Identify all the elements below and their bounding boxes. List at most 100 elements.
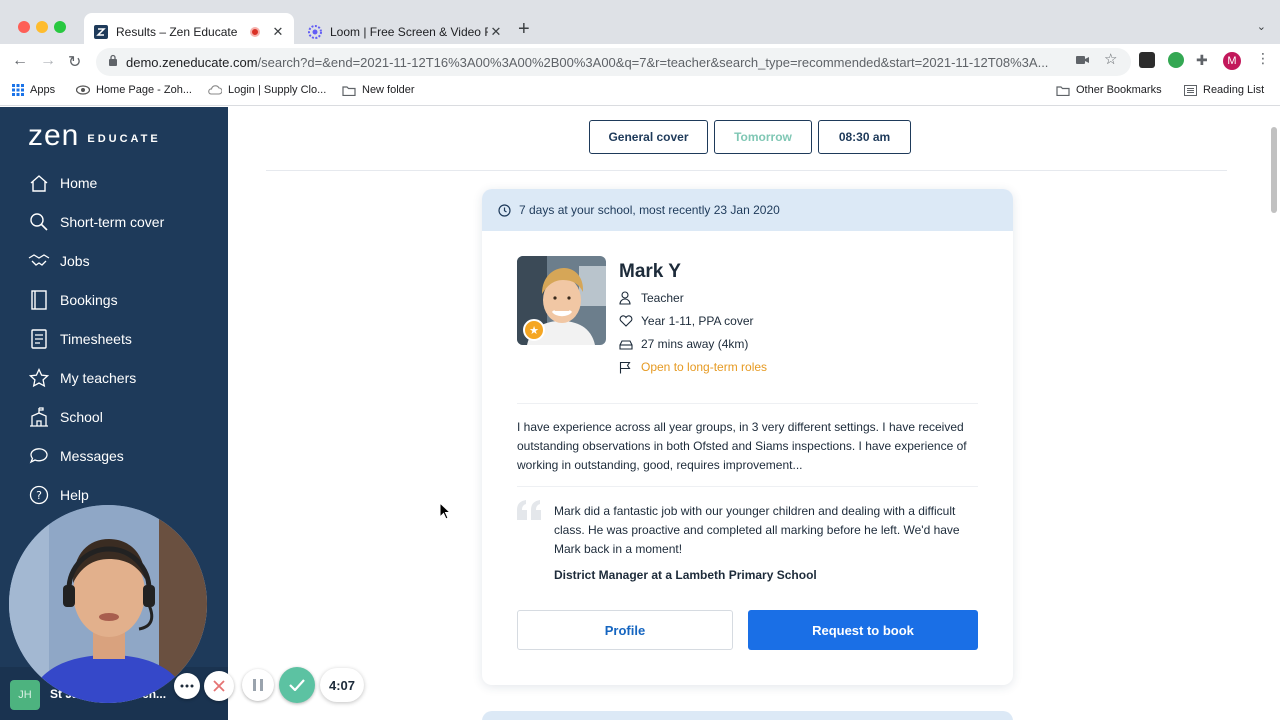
cover-type-filter[interactable]: General cover xyxy=(589,120,708,154)
close-tab-icon[interactable]: ✕ xyxy=(488,24,504,40)
sidebar-item-jobs[interactable]: Jobs xyxy=(28,249,90,273)
bookmarks-bar: Apps Home Page - Zoh... Login | Supply C… xyxy=(0,79,1280,106)
sidebar-item-label: My teachers xyxy=(60,370,137,386)
close-window-button[interactable] xyxy=(18,21,30,33)
person-icon xyxy=(619,291,635,305)
sidebar-item-label: Jobs xyxy=(60,253,90,269)
more-options-icon[interactable] xyxy=(174,673,200,699)
bookmark-supply-cloud[interactable]: Login | Supply Clo... xyxy=(208,84,326,96)
apps-grid-icon xyxy=(12,84,24,96)
tab-search-chevron-icon[interactable]: ⌄ xyxy=(1257,20,1266,33)
sidebar-item-messages[interactable]: Messages xyxy=(28,444,124,468)
card-history-banner: 7 days at your school, most recently 23 … xyxy=(482,189,1013,231)
zen-educate-logo[interactable]: zen EDUCATE xyxy=(28,121,161,151)
quote-icon xyxy=(516,499,542,526)
webcam-bubble[interactable] xyxy=(9,505,207,703)
long-term-text: Open to long-term roles xyxy=(641,360,768,374)
profile-button[interactable]: Profile xyxy=(517,610,733,650)
clock-icon xyxy=(498,203,511,217)
bookmark-label: Login | Supply Clo... xyxy=(228,84,327,96)
sidebar-item-label: Help xyxy=(60,487,89,503)
teacher-years: Year 1-11, PPA cover xyxy=(619,312,754,330)
teacher-name[interactable]: Mark Y xyxy=(619,261,681,283)
help-icon: ? xyxy=(28,485,50,505)
heart-icon xyxy=(619,315,635,327)
history-text: 7 days at your school, most recently 23 … xyxy=(519,203,780,217)
sidebar-item-help[interactable]: ? Help xyxy=(28,483,89,507)
maximize-window-button[interactable] xyxy=(54,21,66,33)
sidebar-item-timesheets[interactable]: Timesheets xyxy=(28,327,132,351)
bookmark-star-icon[interactable]: ☆ xyxy=(1104,50,1117,68)
minimize-window-button[interactable] xyxy=(36,21,48,33)
url-text: demo.zeneducate.com/search?d=&end=2021-1… xyxy=(126,55,1066,70)
close-tab-icon[interactable]: ✕ xyxy=(270,24,286,40)
tab-title: Results – Zen Educate xyxy=(116,24,238,39)
next-teacher-card xyxy=(482,711,1013,720)
timesheet-icon xyxy=(28,329,50,349)
sidebar-item-bookings[interactable]: Bookings xyxy=(28,288,118,312)
teacher-role: Teacher xyxy=(619,289,684,307)
years-text: Year 1-11, PPA cover xyxy=(641,314,754,328)
eye-icon xyxy=(76,85,90,95)
bookmark-label: Apps xyxy=(30,84,56,96)
home-icon xyxy=(28,173,50,193)
role-text: Teacher xyxy=(641,291,684,305)
browser-toolbar: ← → ↻ demo.zeneducate.com/search?d=&end=… xyxy=(0,44,1280,79)
extension-icon[interactable] xyxy=(1139,52,1155,68)
bookmark-label: New folder xyxy=(362,84,415,96)
sidebar-item-label: School xyxy=(60,409,103,425)
address-bar[interactable]: demo.zeneducate.com/search?d=&end=2021-1… xyxy=(96,48,1131,76)
time-filter[interactable]: 08:30 am xyxy=(818,120,911,154)
bookmark-zoho[interactable]: Home Page - Zoh... xyxy=(76,84,192,96)
bookmark-label: Other Bookmarks xyxy=(1076,84,1162,96)
recording-timer: 4:07 xyxy=(320,668,364,702)
cancel-recording-icon[interactable] xyxy=(204,671,234,701)
back-arrow-icon[interactable]: ← xyxy=(12,52,28,70)
forward-arrow-icon[interactable]: → xyxy=(40,52,56,70)
cloud-icon xyxy=(208,85,222,95)
reading-list-icon xyxy=(1184,84,1197,96)
reading-list[interactable]: Reading List xyxy=(1184,84,1264,96)
scrollbar[interactable] xyxy=(1268,107,1280,720)
reload-icon[interactable]: ↻ xyxy=(68,52,81,72)
zen-favicon-icon xyxy=(94,24,108,39)
sidebar-item-home[interactable]: Home xyxy=(28,171,97,195)
handshake-icon xyxy=(28,251,50,271)
sidebar-item-my-teachers[interactable]: My teachers xyxy=(28,366,136,390)
camera-icon[interactable] xyxy=(1076,53,1089,68)
request-to-book-button[interactable]: Request to book xyxy=(748,610,978,650)
puzzle-extensions-icon[interactable]: ✚ xyxy=(1196,52,1212,68)
main-content: General cover Tomorrow 08:30 am 7 days a… xyxy=(228,107,1268,720)
chat-icon xyxy=(28,446,50,466)
car-icon xyxy=(619,339,635,350)
sidebar-item-school[interactable]: School xyxy=(28,405,103,429)
divider xyxy=(266,170,1227,171)
teacher-distance: 27 mins away (4km) xyxy=(619,335,748,353)
day-filter[interactable]: Tomorrow xyxy=(714,120,812,154)
school-icon xyxy=(28,407,50,427)
bookmark-other[interactable]: Other Bookmarks xyxy=(1056,84,1162,96)
sidebar-item-label: Messages xyxy=(60,448,124,464)
teacher-bio: I have experience across all year groups… xyxy=(517,420,967,472)
mouse-cursor-icon xyxy=(439,501,452,525)
folder-icon xyxy=(1056,85,1070,96)
bookmark-apps[interactable]: Apps xyxy=(12,84,55,96)
scrollbar-thumb[interactable] xyxy=(1271,127,1277,213)
school-avatar: JH xyxy=(10,680,40,710)
loom-favicon-icon xyxy=(308,24,322,39)
folder-icon xyxy=(342,85,356,96)
logo-sub: EDUCATE xyxy=(87,133,161,145)
tab-title: Loom | Free Screen & Video Re xyxy=(330,24,488,39)
divider xyxy=(517,403,978,404)
extension-grammarly-icon[interactable] xyxy=(1168,52,1184,68)
new-tab-icon[interactable]: + xyxy=(518,18,530,41)
sidebar-item-short-term-cover[interactable]: Short-term cover xyxy=(28,210,164,234)
url-path: /search?d=&end=2021-11-12T16%3A00%3A00%2… xyxy=(257,54,1049,70)
bookmark-new-folder[interactable]: New folder xyxy=(342,84,415,96)
profile-avatar[interactable]: M xyxy=(1223,52,1241,70)
more-menu-icon[interactable]: ⋮ xyxy=(1256,50,1270,67)
finish-recording-icon[interactable] xyxy=(279,667,315,703)
bookings-icon xyxy=(28,290,50,310)
pause-recording-icon[interactable] xyxy=(242,669,274,701)
url-host: demo.zeneducate.com xyxy=(126,54,258,70)
